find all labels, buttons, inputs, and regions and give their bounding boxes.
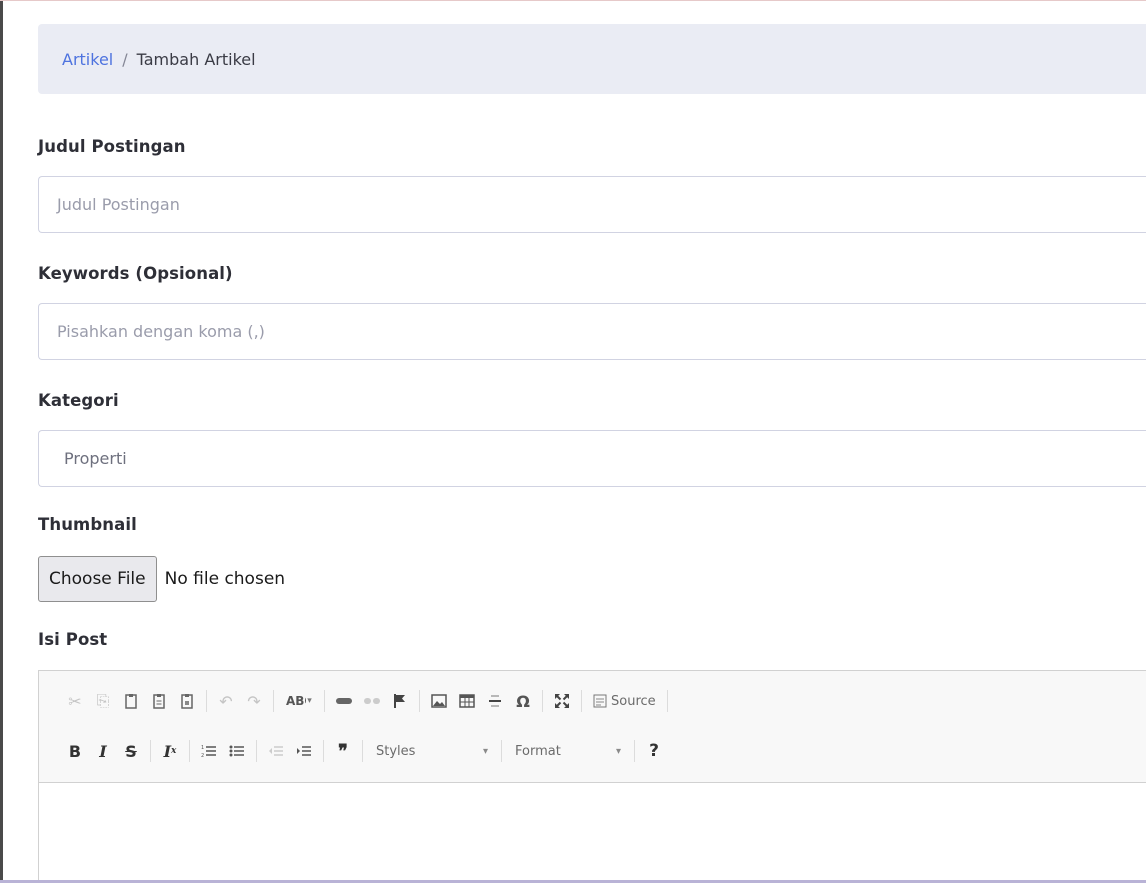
paste-word-icon[interactable] bbox=[173, 687, 201, 715]
unlink-icon[interactable] bbox=[358, 687, 386, 715]
chevron-down-icon: ▾ bbox=[482, 745, 488, 757]
link-icon[interactable] bbox=[330, 687, 358, 715]
toolbar-separator bbox=[419, 690, 420, 712]
source-icon bbox=[593, 694, 607, 708]
redo-icon[interactable]: ↷ bbox=[240, 687, 268, 715]
keywords-input[interactable]: Pisahkan dengan koma (,) bbox=[38, 303, 1146, 360]
remove-format-icon[interactable]: Ix bbox=[156, 737, 184, 765]
numbered-list-icon[interactable]: 12 bbox=[195, 737, 223, 765]
toolbar-separator bbox=[501, 740, 502, 762]
format-label: Format bbox=[515, 743, 561, 759]
toolbar-separator bbox=[323, 740, 324, 762]
source-button[interactable]: Source bbox=[587, 694, 662, 709]
special-char-icon[interactable]: Ω bbox=[509, 687, 537, 715]
toolbar-separator bbox=[206, 690, 207, 712]
keywords-placeholder: Pisahkan dengan koma (,) bbox=[57, 322, 265, 341]
bulleted-list-icon[interactable] bbox=[223, 737, 251, 765]
indent-icon[interactable] bbox=[290, 737, 318, 765]
rich-text-editor: ✂ ⎘ ↶ ↷ ABC ▾ bbox=[38, 670, 1146, 883]
breadcrumb-current: Tambah Artikel bbox=[136, 49, 256, 69]
chevron-down-icon: ▾ bbox=[615, 745, 621, 757]
outdent-icon[interactable] bbox=[262, 737, 290, 765]
thumbnail-file-input: Choose File No file chosen bbox=[38, 556, 285, 602]
toolbar-separator bbox=[324, 690, 325, 712]
table-icon[interactable] bbox=[453, 687, 481, 715]
page-left-border bbox=[0, 0, 3, 883]
paste-text-icon[interactable] bbox=[145, 687, 173, 715]
toolbar-separator bbox=[256, 740, 257, 762]
title-label: Judul Postingan bbox=[38, 137, 186, 156]
toolbar-separator bbox=[150, 740, 151, 762]
bold-icon[interactable]: B bbox=[61, 737, 89, 765]
styles-dropdown[interactable]: Styles ▾ bbox=[368, 744, 496, 759]
breadcrumb-link-artikel[interactable]: Artikel bbox=[62, 50, 113, 69]
title-placeholder: Judul Postingan bbox=[57, 195, 180, 214]
toolbar-separator bbox=[273, 690, 274, 712]
category-label: Kategori bbox=[38, 391, 119, 410]
category-select[interactable]: Properti bbox=[38, 430, 1146, 487]
svg-text:ABC: ABC bbox=[286, 694, 306, 708]
toolbar-separator bbox=[666, 690, 668, 712]
paste-icon[interactable] bbox=[117, 687, 145, 715]
svg-text:2: 2 bbox=[201, 753, 204, 758]
horizontal-line-icon[interactable] bbox=[481, 687, 509, 715]
breadcrumb-separator: / bbox=[122, 49, 128, 69]
category-selected-value: Properti bbox=[64, 449, 127, 468]
file-status-text: No file chosen bbox=[164, 569, 286, 589]
spellcheck-icon[interactable]: ABC ▾ bbox=[279, 687, 319, 715]
toolbar-separator bbox=[634, 740, 635, 762]
styles-label: Styles bbox=[376, 743, 416, 759]
toolbar-separator bbox=[542, 690, 543, 712]
thumbnail-label: Thumbnail bbox=[38, 515, 137, 534]
format-dropdown[interactable]: Format ▾ bbox=[507, 744, 629, 759]
editor-content-area[interactable] bbox=[39, 783, 1146, 883]
editor-toolbar: ✂ ⎘ ↶ ↷ ABC ▾ bbox=[39, 671, 1146, 783]
content-label: Isi Post bbox=[38, 630, 108, 649]
keywords-label: Keywords (Opsional) bbox=[38, 264, 233, 283]
main-content: Artikel / Tambah Artikel Judul Postingan… bbox=[38, 24, 1146, 883]
toolbar-row-1: ✂ ⎘ ↶ ↷ ABC ▾ bbox=[61, 685, 1146, 717]
cut-icon[interactable]: ✂ bbox=[61, 687, 89, 715]
undo-icon[interactable]: ↶ bbox=[212, 687, 240, 715]
blockquote-icon[interactable]: ❞ bbox=[329, 737, 357, 765]
toolbar-separator bbox=[362, 740, 363, 762]
copy-icon[interactable]: ⎘ bbox=[89, 687, 117, 715]
page-top-border bbox=[0, 0, 1146, 1]
toolbar-separator bbox=[189, 740, 190, 762]
italic-icon[interactable]: I bbox=[89, 737, 117, 765]
toolbar-row-2: B I S Ix 12 ❞ Styles ▾ Format ▾ ? bbox=[61, 735, 1146, 767]
anchor-icon[interactable] bbox=[386, 687, 414, 715]
image-icon[interactable] bbox=[425, 687, 453, 715]
maximize-icon[interactable] bbox=[548, 687, 576, 715]
source-label: Source bbox=[611, 693, 656, 709]
svg-text:1: 1 bbox=[201, 745, 204, 751]
title-input[interactable]: Judul Postingan bbox=[38, 176, 1146, 233]
toolbar-separator bbox=[581, 690, 582, 712]
help-icon[interactable]: ? bbox=[640, 737, 668, 765]
strike-icon[interactable]: S bbox=[117, 737, 145, 765]
breadcrumb: Artikel / Tambah Artikel bbox=[38, 24, 1146, 94]
choose-file-button[interactable]: Choose File bbox=[38, 556, 157, 602]
